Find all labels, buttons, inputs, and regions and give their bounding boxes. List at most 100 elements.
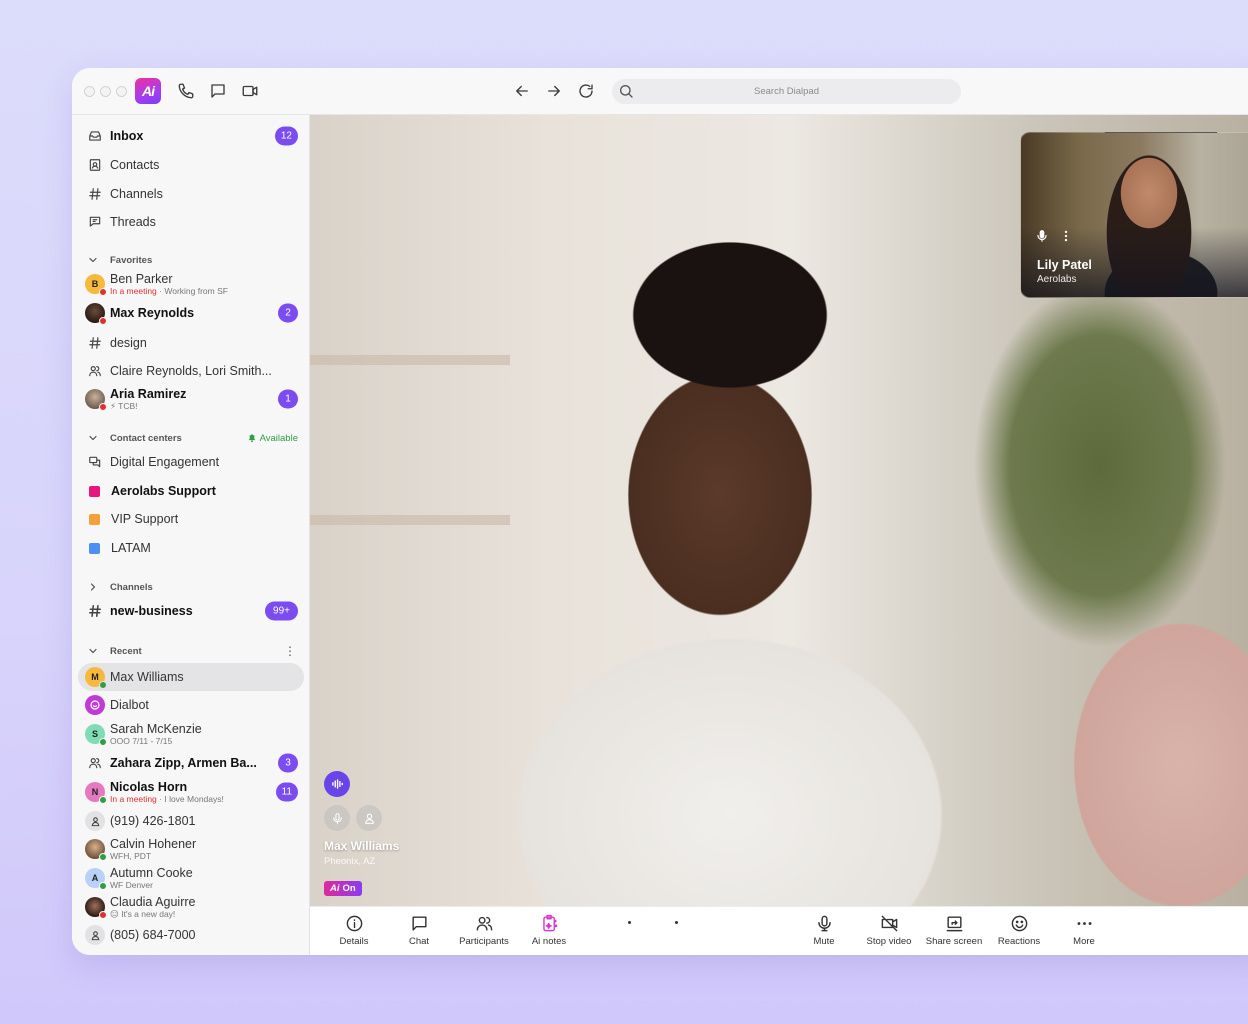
avatar: B <box>85 274 107 296</box>
hash-icon <box>87 335 103 351</box>
person-icon <box>85 811 105 831</box>
section-title: Recent <box>110 645 142 657</box>
sidebar: Inbox 12 Contacts Channels Threads Favor… <box>72 115 310 955</box>
ai-status-badge[interactable]: Ai On <box>324 881 362 896</box>
microphone-icon[interactable] <box>324 805 350 831</box>
favorite-item[interactable]: B Ben Parker In a meeting · Working from… <box>78 270 304 298</box>
status-note: ⚡ TCB! <box>110 400 138 411</box>
channel-item[interactable]: new-business 99+ <box>78 597 304 625</box>
details-button[interactable]: Details <box>319 913 389 947</box>
favorites-section-header[interactable]: Favorites <box>78 250 304 270</box>
search-bar[interactable] <box>612 79 961 104</box>
recent-item[interactable]: Claudia Aguirre 😑 It's a new day! <box>78 893 304 921</box>
refresh-icon[interactable] <box>577 82 595 100</box>
avatar: N <box>85 782 107 804</box>
microphone-icon <box>814 913 834 933</box>
contact-name: Aria Ramirez <box>110 387 187 401</box>
pip-participant-name: Lily Patel <box>1037 258 1092 272</box>
recent-item-selected[interactable]: M Max Williams <box>78 663 304 691</box>
contact-name: Ben Parker <box>110 272 173 286</box>
favorite-item[interactable]: design <box>78 329 304 357</box>
recent-item[interactable]: Calvin Hohener WFH, PDT <box>78 835 304 863</box>
contact-center-name: Digital Engagement <box>110 455 220 469</box>
recent-section-header[interactable]: Recent ⋮ <box>78 641 304 661</box>
availability-status[interactable]: Available <box>247 433 298 444</box>
color-square-icon <box>89 542 100 554</box>
phone-icon[interactable] <box>177 82 195 100</box>
sidebar-item-label: Inbox <box>110 129 144 143</box>
contact-center-item[interactable]: VIP Support <box>78 505 304 533</box>
more-options-icon[interactable] <box>1059 229 1073 243</box>
contact-center-item[interactable]: LATAM <box>78 534 304 562</box>
mute-button[interactable]: Mute <box>789 913 859 947</box>
person-icon[interactable] <box>356 805 382 831</box>
avatar-initial: B <box>91 279 99 289</box>
forward-arrow-icon[interactable] <box>545 82 563 100</box>
presence-busy-dot <box>99 403 107 411</box>
background-shelf <box>310 515 510 525</box>
contact-name: Sarah McKenzie <box>110 722 202 736</box>
speaker-location: Pheonix, AZ <box>324 856 376 867</box>
button-label: Ai notes <box>531 936 567 947</box>
close-window-button[interactable] <box>84 86 95 97</box>
favorite-item[interactable]: Max Reynolds 2 <box>78 299 304 327</box>
video-icon[interactable] <box>241 82 259 100</box>
recent-item[interactable]: S Sarah McKenzie OOO 7/11 - 7/15 <box>78 720 304 748</box>
ai-notes-button[interactable]: Ai notes <box>514 913 584 947</box>
reactions-button[interactable]: Reactions <box>984 913 1054 947</box>
maximize-window-button[interactable] <box>116 86 127 97</box>
status-note: WF Denver <box>110 879 153 890</box>
recent-item[interactable]: A Autumn Cooke WF Denver <box>78 864 304 892</box>
recent-item[interactable]: Zahara Zipp, Armen Ba... 3 <box>78 749 304 777</box>
chat-icon[interactable] <box>209 82 227 100</box>
sidebar-item-inbox[interactable]: Inbox 12 <box>78 122 304 150</box>
search-input[interactable] <box>612 79 961 104</box>
channels-section-header[interactable]: Channels <box>78 577 304 597</box>
status-note: WFH, PDT <box>110 850 152 861</box>
avatar-initial: N <box>91 787 99 797</box>
minimize-window-button[interactable] <box>100 86 111 97</box>
hash-icon <box>87 186 103 202</box>
chevron-down-icon <box>87 644 101 658</box>
sidebar-item-threads[interactable]: Threads <box>78 208 304 236</box>
bell-icon <box>248 433 255 443</box>
presence-online-dot <box>99 882 107 890</box>
ai-status-label: On <box>342 883 356 894</box>
share-screen-icon <box>944 913 964 933</box>
recent-item[interactable]: N Nicolas Horn In a meeting · I love Mon… <box>78 778 304 806</box>
presence-busy-dot <box>99 911 107 919</box>
video-off-icon <box>879 913 899 933</box>
back-arrow-icon[interactable] <box>513 82 531 100</box>
stop-video-button[interactable]: Stop video <box>854 913 924 947</box>
pip-participant-org: Aerolabs <box>1037 274 1077 285</box>
more-options-icon[interactable]: ⋮ <box>284 644 296 658</box>
contact-center-item[interactable]: Aerolabs Support <box>78 477 304 505</box>
pip-video-tile[interactable]: Lily Patel Aerolabs <box>1020 132 1248 298</box>
participants-button[interactable]: Participants <box>449 913 519 947</box>
unread-badge: 2 <box>278 303 298 323</box>
more-button[interactable]: More <box>1049 913 1119 947</box>
avatar <box>85 839 107 861</box>
recent-item[interactable]: (919) 426-1801 <box>78 807 304 835</box>
sidebar-item-contacts[interactable]: Contacts <box>78 151 304 179</box>
group-icon <box>87 755 103 771</box>
microphone-icon[interactable] <box>1035 229 1049 243</box>
dialpad-logo[interactable]: Ai <box>135 78 161 104</box>
presence-online-dot <box>99 796 107 804</box>
contact-centers-section-header[interactable]: Contact centers Available <box>78 428 304 448</box>
contact-name: Max Reynolds <box>110 306 195 320</box>
share-screen-button[interactable]: Share screen <box>919 913 989 947</box>
channel-name: new-business <box>110 604 193 618</box>
favorite-item[interactable]: Claire Reynolds, Lori Smith... <box>78 357 304 385</box>
recent-item[interactable]: (805) 684-7000 <box>78 921 304 949</box>
status-note: I love Mondays! <box>164 793 224 804</box>
sidebar-item-channels[interactable]: Channels <box>78 180 304 208</box>
chat-button[interactable]: Chat <box>384 913 454 947</box>
contact-center-item[interactable]: Digital Engagement <box>78 448 304 476</box>
unread-badge: 99+ <box>265 601 298 621</box>
recent-item[interactable]: Dialbot <box>78 691 304 719</box>
contact-name: Calvin Hohener <box>110 837 197 851</box>
main-video-feed: Lily Patel Aerolabs Max Williams Pheonix… <box>310 115 1248 906</box>
avatar <box>85 897 107 919</box>
favorite-item[interactable]: Aria Ramirez ⚡ TCB! 1 <box>78 385 304 413</box>
